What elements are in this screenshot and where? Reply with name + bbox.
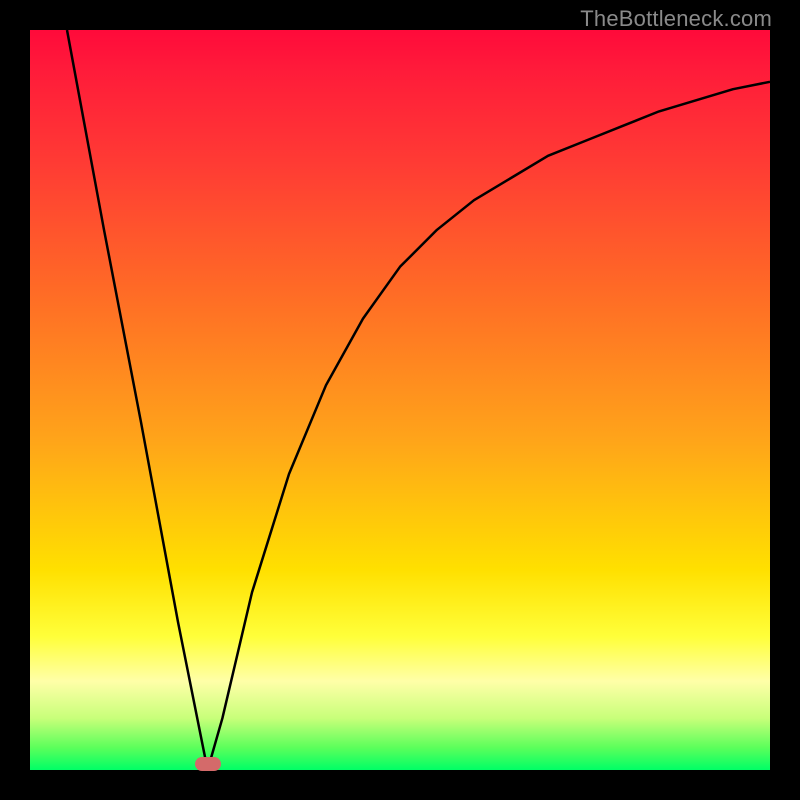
watermark-text: TheBottleneck.com <box>580 6 772 32</box>
minimum-marker <box>195 757 221 771</box>
curve-path <box>67 30 770 770</box>
chart-frame: TheBottleneck.com <box>0 0 800 800</box>
plot-area <box>30 30 770 770</box>
curve-layer <box>30 30 770 770</box>
